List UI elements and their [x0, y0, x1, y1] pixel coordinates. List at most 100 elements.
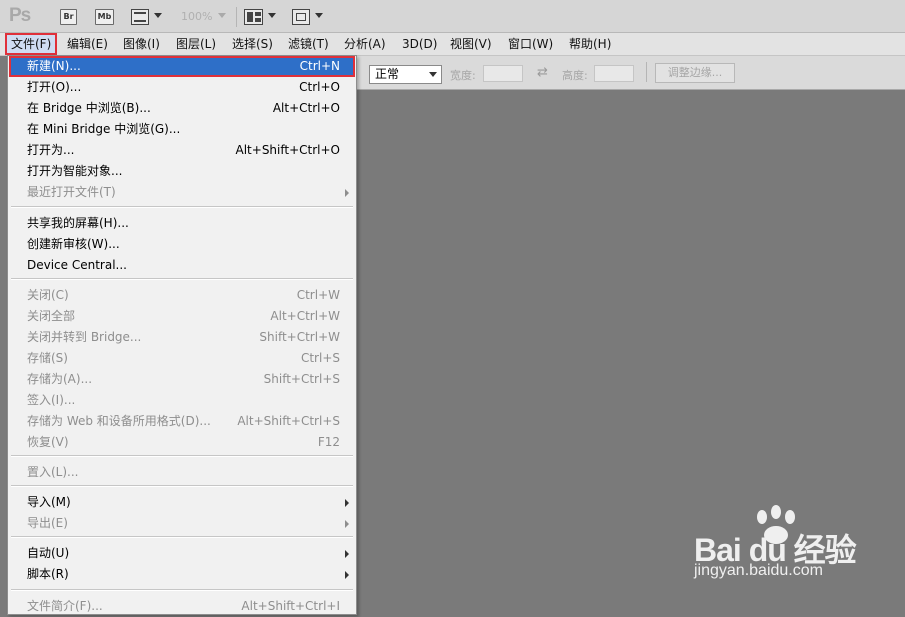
- file-menu-item[interactable]: 在 Mini Bridge 中浏览(G)...: [9, 119, 355, 140]
- menu-select[interactable]: 选择(S): [228, 33, 277, 55]
- chevron-down-icon[interactable]: [268, 13, 276, 18]
- file-menu-item[interactable]: 新建(N)... Ctrl+N: [9, 56, 355, 77]
- menu-item-label: 关闭并转到 Bridge...: [27, 330, 142, 344]
- menu-item-shortcut: Alt+Ctrl+O: [272, 101, 340, 115]
- options-bar: 正常 宽度: ⇄ 高度: 调整边缘...: [357, 56, 905, 90]
- submenu-arrow-icon: [345, 499, 349, 507]
- file-menu-item: 存储为 Web 和设备所用格式(D)... Alt+Shift+Ctrl+S: [9, 411, 355, 432]
- menu-item-label: 关闭全部: [27, 309, 76, 323]
- file-menu-item[interactable]: 打开为智能对象...: [9, 161, 355, 182]
- menu-item-label: 在 Mini Bridge 中浏览(G)...: [27, 122, 181, 136]
- arrange-documents-icon[interactable]: [244, 9, 263, 25]
- menu-item-label: 恢复(V): [27, 435, 69, 449]
- file-menu-item: 最近打开文件(T): [9, 182, 355, 203]
- menu-bar: 文件(F) 编辑(E) 图像(I) 图层(L) 选择(S) 滤镜(T) 分析(A…: [0, 33, 905, 56]
- height-label: 高度:: [562, 69, 588, 82]
- menu-3d[interactable]: 3D(D): [398, 33, 441, 55]
- menu-analysis[interactable]: 分析(A): [340, 33, 390, 55]
- file-menu-item[interactable]: 打开为... Alt+Shift+Ctrl+O: [9, 140, 355, 161]
- baidu-jingyan-watermark: Bai du 经验 jingyan.baidu.com: [690, 505, 890, 585]
- file-menu-item[interactable]: 导入(M): [9, 492, 355, 513]
- menu-divider: [11, 278, 353, 280]
- menu-item-shortcut: Ctrl+N: [299, 59, 340, 73]
- menu-item-label: 导入(M): [27, 495, 71, 509]
- toolbar-separator: [646, 62, 647, 82]
- menu-item-label: 创建新审核(W)...: [27, 237, 120, 251]
- menu-item-shortcut: Ctrl+W: [296, 288, 340, 302]
- file-menu-item: 存储为(A)... Shift+Ctrl+S: [9, 369, 355, 390]
- zoom-level[interactable]: 100%: [181, 10, 212, 23]
- menu-item-shortcut: Ctrl+O: [299, 80, 340, 94]
- menu-file[interactable]: 文件(F): [5, 33, 58, 55]
- menu-divider: [11, 536, 353, 538]
- file-menu-item[interactable]: 脚本(R): [9, 564, 355, 585]
- menu-item-label: 最近打开文件(T): [27, 185, 116, 199]
- file-menu-item[interactable]: 在 Bridge 中浏览(B)... Alt+Ctrl+O: [9, 98, 355, 119]
- menu-item-shortcut: Alt+Shift+Ctrl+I: [241, 599, 340, 613]
- menu-item-label: 存储为 Web 和设备所用格式(D)...: [27, 414, 211, 428]
- file-menu-item: 关闭全部 Alt+Ctrl+W: [9, 306, 355, 327]
- file-menu-item: 文件简介(F)... Alt+Shift+Ctrl+I: [9, 596, 355, 617]
- file-menu-item[interactable]: 创建新审核(W)...: [9, 234, 355, 255]
- screen-mode-icon[interactable]: [292, 9, 310, 25]
- view-extras-icon[interactable]: [131, 9, 149, 25]
- file-menu-item[interactable]: 打开(O)... Ctrl+O: [9, 77, 355, 98]
- width-label: 宽度:: [450, 69, 476, 82]
- chevron-down-icon[interactable]: [218, 13, 226, 18]
- photoshop-logo: Ps: [9, 5, 31, 26]
- menu-divider: [11, 589, 353, 591]
- menu-item-label: 共享我的屏幕(H)...: [27, 216, 129, 230]
- file-menu-dropdown: 新建(N)... Ctrl+N 打开(O)... Ctrl+O 在 Bridge 中浏览…: [7, 55, 357, 615]
- file-menu-item[interactable]: 共享我的屏幕(H)...: [9, 213, 355, 234]
- menu-item-shortcut: Shift+Ctrl+W: [259, 330, 340, 344]
- menu-item-label: 关闭(C): [27, 288, 69, 302]
- menu-item-label: 导出(E): [27, 516, 68, 530]
- watermark-url: jingyan.baidu.com: [694, 562, 823, 579]
- menu-item-label: 存储(S): [27, 351, 68, 365]
- menu-item-label: 签入(I)...: [27, 393, 76, 407]
- menu-item-label: 打开为...: [27, 143, 75, 157]
- submenu-arrow-icon: [345, 520, 349, 528]
- launch-mini-bridge-button[interactable]: Mb: [95, 9, 114, 25]
- chevron-down-icon[interactable]: [315, 13, 323, 18]
- menu-item-label: 存储为(A)...: [27, 372, 93, 386]
- menu-item-label: 自动(U): [27, 546, 70, 560]
- menu-divider: [11, 485, 353, 487]
- file-menu-item[interactable]: 自动(U): [9, 543, 355, 564]
- menu-item-shortcut: Alt+Ctrl+W: [270, 309, 340, 323]
- menu-window[interactable]: 窗口(W): [504, 33, 557, 55]
- menu-item-label: 在 Bridge 中浏览(B)...: [27, 101, 151, 115]
- width-input[interactable]: [483, 65, 523, 82]
- application-bar: Ps Br Mb 100%: [0, 0, 905, 33]
- menu-help[interactable]: 帮助(H): [565, 33, 615, 55]
- menu-item-shortcut: Alt+Shift+Ctrl+O: [235, 143, 340, 157]
- launch-bridge-button[interactable]: Br: [60, 9, 77, 25]
- menu-item-shortcut: F12: [317, 435, 340, 449]
- style-select-value: 正常: [375, 67, 400, 81]
- menu-item-shortcut: Ctrl+S: [300, 351, 340, 365]
- menu-item-label: 置入(L)...: [27, 465, 79, 479]
- menu-layer[interactable]: 图层(L): [172, 33, 220, 55]
- file-menu-item: 存储(S) Ctrl+S: [9, 348, 355, 369]
- menu-item-label: 新建(N)...: [27, 59, 81, 73]
- menu-edit[interactable]: 编辑(E): [63, 33, 112, 55]
- style-select[interactable]: 正常: [369, 65, 442, 84]
- menu-item-label: 打开为智能对象...: [27, 164, 123, 178]
- file-menu-item: 置入(L)...: [9, 462, 355, 483]
- submenu-arrow-icon: [345, 189, 349, 197]
- menu-image[interactable]: 图像(I): [119, 33, 164, 55]
- menu-item-label: Device Central...: [27, 258, 127, 272]
- file-menu-item: 恢复(V) F12: [9, 432, 355, 453]
- submenu-arrow-icon: [345, 571, 349, 579]
- file-menu-item: 关闭并转到 Bridge... Shift+Ctrl+W: [9, 327, 355, 348]
- height-input[interactable]: [594, 65, 634, 82]
- menu-view[interactable]: 视图(V): [446, 33, 496, 55]
- swap-icon[interactable]: ⇄: [537, 65, 548, 80]
- file-menu-item[interactable]: Device Central...: [9, 255, 355, 276]
- chevron-down-icon: [429, 72, 437, 77]
- menu-filter[interactable]: 滤镜(T): [284, 33, 333, 55]
- file-menu-item: 关闭(C) Ctrl+W: [9, 285, 355, 306]
- chevron-down-icon[interactable]: [154, 13, 162, 18]
- refine-edge-button[interactable]: 调整边缘...: [655, 63, 735, 83]
- toolbar-separator: [236, 7, 237, 27]
